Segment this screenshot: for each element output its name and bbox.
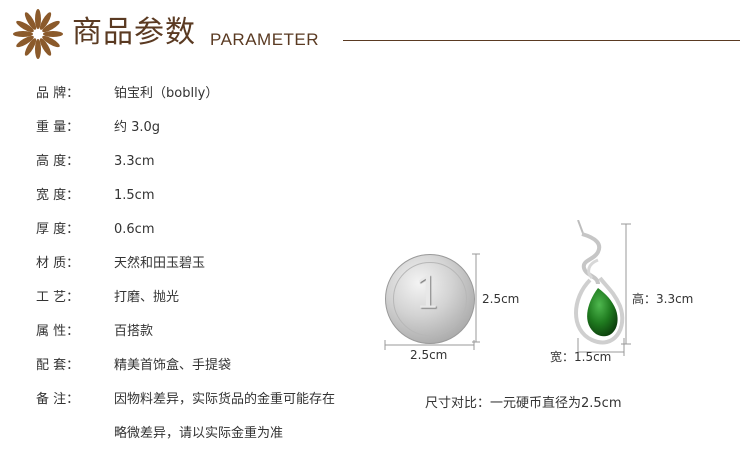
- page-title: 商品参数: [72, 15, 196, 50]
- spec-label: 宽 度：: [36, 188, 80, 203]
- spec-label: 材 质：: [36, 256, 80, 271]
- spec-value: 打磨、抛光: [114, 290, 180, 305]
- spec-label: 重 量：: [36, 120, 80, 135]
- spec-label: 工 艺：: [36, 290, 80, 305]
- spec-value: 百搭款: [114, 324, 154, 339]
- flower-logo-icon: [13, 9, 63, 59]
- spec-label: 品 牌：: [36, 86, 80, 101]
- spec-label: 高 度：: [36, 154, 80, 169]
- pendant-width-label: 宽：1.5cm: [550, 350, 612, 364]
- spec-label: 属 性：: [36, 324, 80, 339]
- spec-value: 因物料差异，实际货品的金重可能存在: [114, 392, 336, 407]
- spec-value: 精美首饰盒、手提袋: [114, 358, 232, 373]
- size-comparison-note: 尺寸对比：一元硬币直径为2.5cm: [425, 396, 622, 411]
- coin-comparison: 1 2.5cm 2.5cm: [372, 240, 532, 365]
- spec-value: 约 3.0g: [114, 120, 161, 135]
- spec-label: 配 套：: [36, 358, 80, 373]
- spec-value: 铂宝利（boblly）: [114, 86, 219, 101]
- spec-value: 3.3cm: [114, 154, 155, 169]
- coin-height-label: 2.5cm: [482, 292, 520, 306]
- spec-value: 1.5cm: [114, 188, 155, 203]
- title-divider: [343, 40, 740, 41]
- spec-label: 厚 度：: [36, 222, 80, 237]
- coin-width-label: 2.5cm: [410, 348, 448, 362]
- spec-value: 0.6cm: [114, 222, 155, 237]
- pendant-comparison: 高：3.3cm 宽：1.5cm: [520, 220, 740, 370]
- spec-label: 备 注：: [36, 392, 80, 407]
- page-subtitle: PARAMETER: [210, 30, 320, 49]
- spec-value: 略微差异，请以实际金重为准: [114, 426, 284, 441]
- pendant-height-label: 高：3.3cm: [632, 292, 694, 306]
- spec-value: 天然和田玉碧玉: [114, 256, 206, 271]
